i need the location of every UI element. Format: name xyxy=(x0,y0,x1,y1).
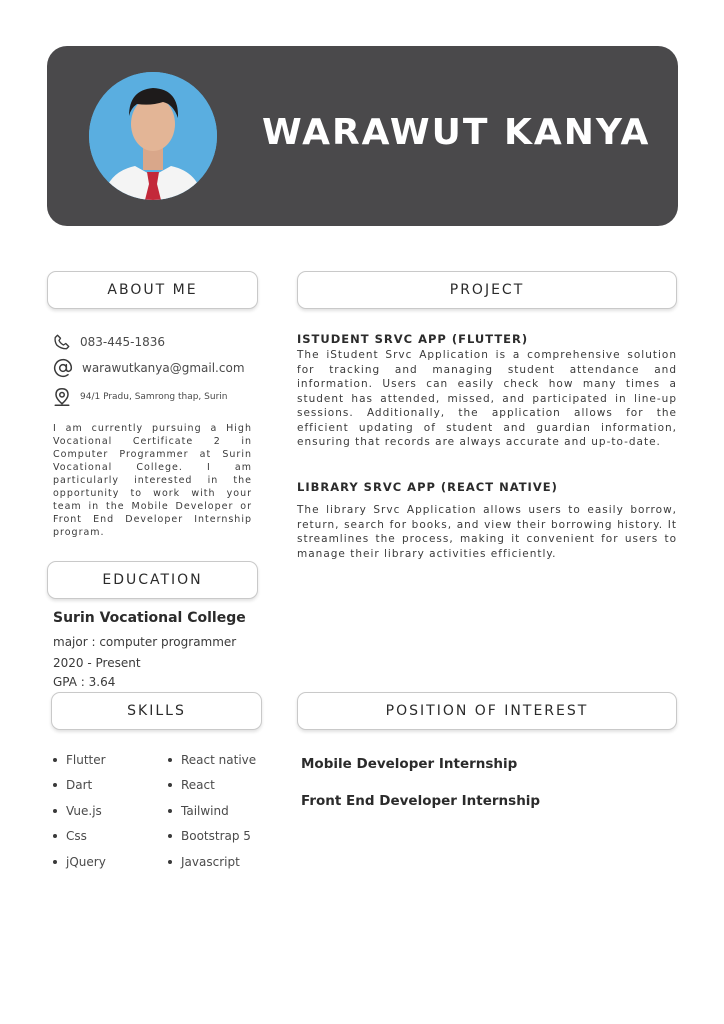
education-gpa: GPA : 3.64 xyxy=(53,675,116,689)
contact-email: warawutkanya@gmail.com xyxy=(53,358,245,378)
skill-item: Flutter xyxy=(53,753,106,767)
map-pin-icon xyxy=(54,387,70,406)
skill-item: React native xyxy=(168,753,256,767)
contact-address: 94/1 Pradu, Samrong thap, Surin xyxy=(53,387,227,407)
education-major: major : computer programmer xyxy=(53,635,237,649)
profile-photo xyxy=(89,72,217,200)
home-address: 94/1 Pradu, Samrong thap, Surin xyxy=(80,392,228,402)
avatar xyxy=(89,72,217,200)
education-heading: EDUCATION xyxy=(47,561,258,599)
project-title: LIBRARY SRVC APP (REACT NATIVE) xyxy=(297,480,558,494)
skill-item: Javascript xyxy=(168,855,240,869)
email-address: warawutkanya@gmail.com xyxy=(82,361,245,375)
position-item: Mobile Developer Internship xyxy=(301,756,518,772)
skill-item: Css xyxy=(53,829,87,843)
position-of-interest-heading: POSITION OF INTEREST xyxy=(297,692,677,730)
school-name: Surin Vocational College xyxy=(53,610,246,626)
project-heading: PROJECT xyxy=(297,271,677,309)
skill-item: Vue.js xyxy=(53,804,102,818)
skill-item: jQuery xyxy=(53,855,106,869)
at-sign-icon xyxy=(53,358,73,378)
about-me-text: I am currently pursuing a High Vocationa… xyxy=(53,423,252,538)
phone-number: 083-445-1836 xyxy=(80,335,166,349)
candidate-name: WARAWUT KANYA xyxy=(262,112,651,153)
education-years: 2020 - Present xyxy=(53,656,141,670)
about-me-heading: ABOUT ME xyxy=(47,271,258,309)
project-description: The iStudent Srvc Application is a compr… xyxy=(297,349,677,448)
skill-item: React xyxy=(168,778,215,792)
skill-item: Dart xyxy=(53,778,92,792)
project-title: ISTUDENT SRVC APP (FLUTTER) xyxy=(297,332,529,346)
position-item: Front End Developer Internship xyxy=(301,793,541,809)
skill-item: Bootstrap 5 xyxy=(168,829,251,843)
skill-item: Tailwind xyxy=(168,804,229,818)
contact-phone: 083-445-1836 xyxy=(53,333,165,351)
skills-heading: SKILLS xyxy=(51,692,262,730)
phone-icon xyxy=(54,334,70,350)
project-description: The library Srvc Application allows user… xyxy=(297,504,677,560)
